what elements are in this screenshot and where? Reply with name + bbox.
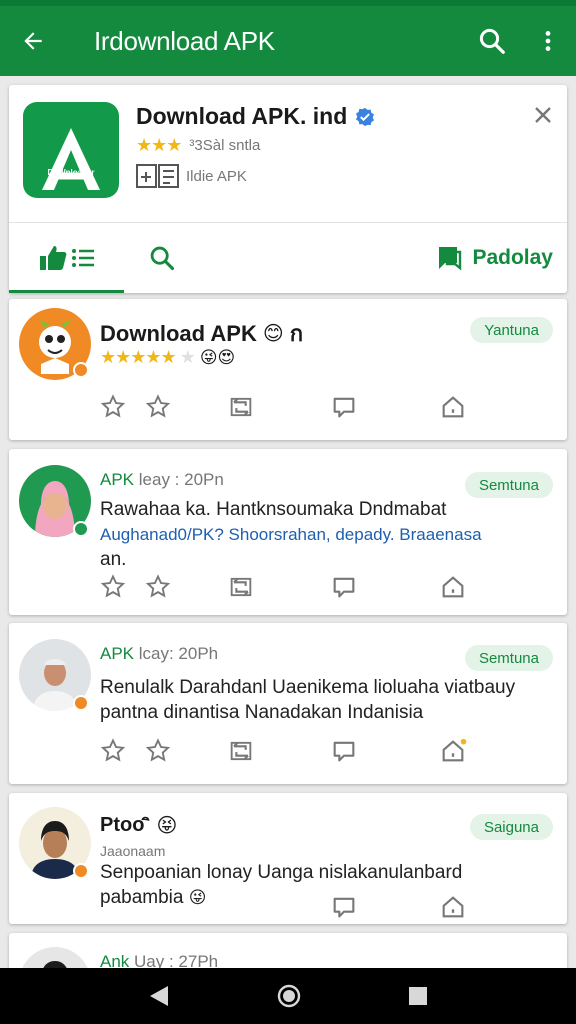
search-icon	[479, 28, 505, 54]
post-text: Renulalk Darahdanl Uaenikema lioluaha vi…	[100, 677, 516, 723]
app-name: Download APK. ind	[136, 103, 375, 130]
app-type-text: Ildie APK	[186, 167, 247, 185]
post-card[interactable]: Ptoo ิ 😝 Jaaonaam Senpoanian lonay Uanga…	[9, 793, 567, 924]
home-icon[interactable]	[439, 393, 467, 421]
post-time: Uay : 27Ph	[129, 952, 219, 968]
post-meta: Ank Uay : 27Ph	[100, 952, 218, 968]
post-subname: Jaaonaam	[100, 843, 166, 859]
post-actions	[97, 893, 567, 923]
star-outline-icon[interactable]	[99, 737, 127, 765]
post-rating: ★★★★★ ★ 😜😍	[100, 347, 235, 368]
home-icon[interactable]	[439, 737, 467, 765]
avatar-badge-icon	[73, 863, 89, 879]
post-title: Download APK 😊 ก	[100, 316, 303, 351]
thumbs-list-icon	[39, 245, 94, 270]
app-rating: ★★★ ³3Sàl sntla	[136, 135, 260, 156]
emoji: 😝	[156, 815, 178, 837]
search-icon	[150, 246, 174, 270]
post-text: Rawahaa ka. Hantknsoumaka Dndmabat	[100, 499, 447, 520]
post-actions	[97, 573, 567, 603]
comment-icon[interactable]	[330, 737, 358, 765]
more-vert-icon	[545, 31, 551, 51]
comment-icon[interactable]	[330, 573, 358, 601]
post-author: APK	[100, 470, 135, 489]
comment-icon[interactable]	[330, 893, 358, 921]
system-nav-bar	[0, 968, 576, 1024]
repost-icon[interactable]	[227, 737, 255, 765]
repost-icon[interactable]	[227, 393, 255, 421]
app-header-card: DoWnloader Download APK. ind ★★★ ³3Sàl s…	[9, 85, 567, 293]
nav-home-icon[interactable]	[276, 983, 302, 1009]
post-link[interactable]: Aughanad0/PK? Shoorsrahan, depady. Braae…	[100, 522, 553, 547]
status-pill[interactable]: Semtuna	[464, 472, 553, 498]
smile-emoji: 😊	[262, 323, 284, 345]
post-body: Rawahaa ka. Hantknsoumaka Dndmabat Augha…	[100, 497, 553, 572]
post-text-tail: an.	[100, 549, 127, 570]
app-logo-caption: DoWnloader	[47, 167, 95, 177]
post-author: Ank	[100, 952, 130, 968]
star-outline-icon[interactable]	[99, 393, 127, 421]
nav-recents-icon[interactable]	[408, 986, 428, 1006]
post-card[interactable]: Download APK 😊 ก Yantuna ★★★★★ ★ 😜😍	[9, 299, 567, 440]
star-outline-icon[interactable]	[144, 737, 172, 765]
app-type-icon	[136, 164, 179, 188]
tab-padolay[interactable]: Padolay	[436, 223, 567, 293]
post-title-text: Download APK	[100, 320, 257, 346]
a-logo-icon	[42, 127, 100, 190]
comment-icon[interactable]	[330, 393, 358, 421]
overflow-menu-button[interactable]	[520, 6, 576, 76]
post-meta: APK lcay: 20Ph	[100, 644, 218, 664]
rating-stars-icon: ★★★★★	[100, 347, 177, 367]
app-name-text: Download APK. ind	[136, 103, 348, 129]
avatar-badge-icon	[73, 521, 89, 537]
app-type: Ildie APK	[136, 163, 247, 189]
status-pill[interactable]: Semtuna	[464, 645, 553, 671]
app-logo: DoWnloader	[23, 102, 119, 198]
nav-back-icon[interactable]	[148, 984, 170, 1008]
tab-padolay-label: Padolay	[472, 245, 553, 269]
repost-icon[interactable]	[227, 573, 255, 601]
rating-stars-icon: ★★★	[136, 135, 182, 155]
post-title-extra: ก	[289, 321, 304, 346]
post-emojis: 😜😍	[199, 347, 236, 367]
back-button[interactable]	[0, 6, 66, 76]
app-bar: Irdownload APK	[0, 6, 576, 76]
post-actions	[97, 393, 567, 423]
star-outline-icon[interactable]	[144, 393, 172, 421]
avatar-badge-icon	[73, 362, 89, 378]
post-meta: APK leay : 20Pn	[100, 470, 224, 490]
star-outline-icon[interactable]	[144, 573, 172, 601]
avatar-badge-icon	[73, 695, 89, 711]
back-arrow-icon	[24, 32, 42, 50]
home-icon[interactable]	[439, 893, 467, 921]
avatar[interactable]	[19, 947, 91, 968]
status-pill[interactable]: Yantuna	[470, 317, 553, 343]
chat-flag-icon	[439, 246, 462, 270]
post-author: APK	[100, 644, 135, 663]
tab-search[interactable]	[124, 223, 199, 293]
rating-text: ³3Sàl sntla	[189, 137, 261, 154]
status-pill[interactable]: Saiguna	[469, 814, 553, 840]
rating-empty-star-icon: ★	[179, 347, 196, 367]
post-card[interactable]: Ank Uay : 27Ph	[9, 933, 567, 968]
user-avatar-icon	[19, 947, 91, 968]
post-actions	[97, 737, 567, 767]
search-button[interactable]	[464, 6, 520, 76]
post-time: lcay: 20Ph	[134, 644, 219, 663]
star-outline-icon[interactable]	[99, 573, 127, 601]
home-icon[interactable]	[439, 573, 467, 601]
post-time: leay : 20Pn	[134, 470, 224, 489]
app-bar-title: Irdownload APK	[94, 25, 275, 56]
close-icon[interactable]	[531, 103, 555, 127]
post-title: Ptoo ิ 😝	[100, 813, 177, 838]
post-title-text: Ptoo	[100, 814, 145, 836]
tab-feed[interactable]	[9, 223, 124, 293]
verified-badge-icon	[356, 107, 375, 126]
header-tabs: Padolay	[9, 222, 567, 293]
